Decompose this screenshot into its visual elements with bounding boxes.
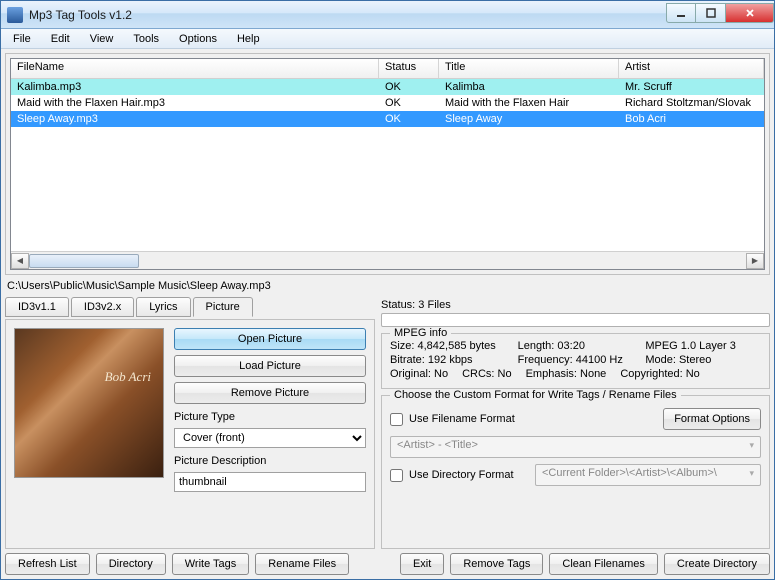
- mpeg-bitrate: Bitrate: 192 kbps: [390, 354, 506, 366]
- menu-options[interactable]: Options: [169, 31, 227, 47]
- mpeg-emphasis: Emphasis: None: [526, 368, 607, 380]
- col-title[interactable]: Title: [439, 59, 619, 78]
- create-directory-button[interactable]: Create Directory: [664, 553, 770, 575]
- format-options-button[interactable]: Format Options: [663, 408, 761, 430]
- mpeg-length: Length: 03:20: [518, 340, 634, 352]
- tab-lyrics[interactable]: Lyrics: [136, 297, 190, 317]
- maximize-button[interactable]: [696, 3, 726, 23]
- app-icon: [7, 7, 23, 23]
- remove-tags-button[interactable]: Remove Tags: [450, 553, 543, 575]
- menu-tools[interactable]: Tools: [123, 31, 169, 47]
- scroll-thumb[interactable]: [29, 254, 139, 268]
- clean-filenames-button[interactable]: Clean Filenames: [549, 553, 658, 575]
- menu-file[interactable]: File: [3, 31, 41, 47]
- exit-button[interactable]: Exit: [400, 553, 444, 575]
- mpeg-original: Original: No: [390, 368, 448, 380]
- mpeg-mode: Mode: Stereo: [645, 354, 761, 366]
- col-filename[interactable]: FileName: [11, 59, 379, 78]
- write-tags-button[interactable]: Write Tags: [172, 553, 250, 575]
- table-row-selected[interactable]: Sleep Away.mp3 OK Sleep Away Bob Acri: [11, 111, 764, 127]
- menu-help[interactable]: Help: [227, 31, 270, 47]
- directory-button[interactable]: Directory: [96, 553, 166, 575]
- menubar: File Edit View Tools Options Help: [1, 29, 774, 49]
- minimize-button[interactable]: [666, 3, 696, 23]
- tab-id3v2x[interactable]: ID3v2.x: [71, 297, 134, 317]
- mpeg-crcs: CRCs: No: [462, 368, 512, 380]
- file-path: C:\Users\Public\Music\Sample Music\Sleep…: [5, 277, 770, 295]
- file-table[interactable]: FileName Status Title Artist Kalimba.mp3…: [10, 58, 765, 270]
- table-row[interactable]: Kalimba.mp3 OK Kalimba Mr. Scruff: [11, 79, 764, 95]
- app-window: Mp3 Tag Tools v1.2 File Edit View Tools …: [0, 0, 775, 580]
- progress-bar: [381, 313, 770, 327]
- remove-picture-button[interactable]: Remove Picture: [174, 382, 366, 404]
- mpeg-size: Size: 4,842,585 bytes: [390, 340, 506, 352]
- tab-id3v11[interactable]: ID3v1.1: [5, 297, 69, 317]
- window-title: Mp3 Tag Tools v1.2: [29, 8, 666, 22]
- picture-type-label: Picture Type: [174, 411, 366, 423]
- table-row[interactable]: Maid with the Flaxen Hair.mp3 OK Maid wi…: [11, 95, 764, 111]
- load-picture-button[interactable]: Load Picture: [174, 355, 366, 377]
- col-status[interactable]: Status: [379, 59, 439, 78]
- rename-files-button[interactable]: Rename Files: [255, 553, 349, 575]
- use-filename-checkbox[interactable]: [390, 413, 403, 426]
- h-scrollbar[interactable]: ◀ ▶: [11, 251, 764, 269]
- album-art-preview: [14, 328, 164, 478]
- col-artist[interactable]: Artist: [619, 59, 764, 78]
- use-filename-label: Use Filename Format: [409, 413, 657, 425]
- status-label: Status: 3 Files: [381, 297, 770, 313]
- menu-edit[interactable]: Edit: [41, 31, 80, 47]
- scroll-left-icon[interactable]: ◀: [11, 253, 29, 269]
- scroll-right-icon[interactable]: ▶: [746, 253, 764, 269]
- refresh-list-button[interactable]: Refresh List: [5, 553, 90, 575]
- directory-format-combo[interactable]: <Current Folder>\<Artist>\<Album>\: [535, 464, 761, 486]
- open-picture-button[interactable]: Open Picture: [174, 328, 366, 350]
- menu-view[interactable]: View: [80, 31, 124, 47]
- tab-picture[interactable]: Picture: [193, 297, 253, 317]
- use-directory-label: Use Directory Format: [409, 469, 529, 481]
- picture-desc-label: Picture Description: [174, 455, 366, 467]
- format-legend: Choose the Custom Format for Write Tags …: [390, 389, 681, 401]
- close-button[interactable]: [726, 3, 774, 23]
- filename-format-combo[interactable]: <Artist> - <Title>: [390, 436, 761, 458]
- use-directory-checkbox[interactable]: [390, 469, 403, 482]
- mpeg-layer: MPEG 1.0 Layer 3: [645, 340, 761, 352]
- mpeg-legend: MPEG info: [390, 327, 451, 339]
- titlebar[interactable]: Mp3 Tag Tools v1.2: [1, 1, 774, 29]
- picture-desc-input[interactable]: [174, 472, 366, 492]
- mpeg-freq: Frequency: 44100 Hz: [518, 354, 634, 366]
- picture-type-select[interactable]: Cover (front): [174, 428, 366, 448]
- mpeg-copyright: Copyrighted: No: [620, 368, 700, 380]
